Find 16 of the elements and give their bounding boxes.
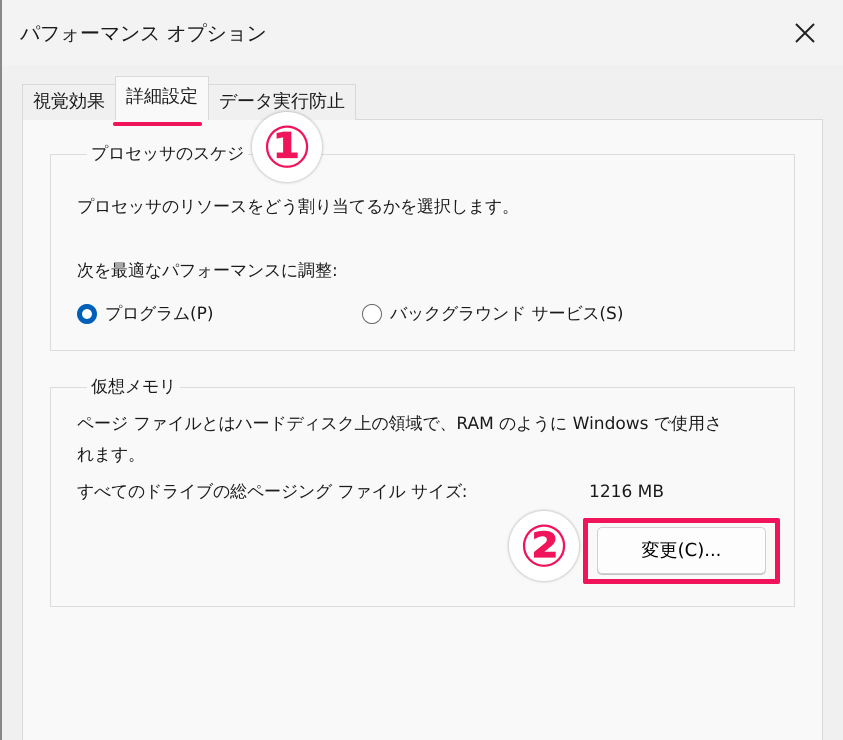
radio-button[interactable] xyxy=(362,304,382,324)
close-icon xyxy=(794,22,816,44)
radio-button[interactable] xyxy=(77,304,97,324)
description-text: ページ ファイルとはハードディスク上の領域で、RAM のように Windows で使用されます。 xyxy=(77,413,723,467)
description-text: プロセッサのリソースをどう割り当てるかを選択します。 xyxy=(77,196,520,220)
total-size-label: すべてのドライブの総ページング ファイル サイズ: xyxy=(77,480,469,504)
radio-option[interactable]: プログラム(P) xyxy=(77,300,362,328)
group-title: 仮想メモリ xyxy=(90,376,177,398)
change-button[interactable]: 変更(C)... xyxy=(597,526,766,574)
adjust-label: 次を最適なパフォーマンスに調整: xyxy=(77,260,339,283)
total-size-value: 1216 MB xyxy=(589,480,664,504)
radio-option[interactable]: バックグラウンド サービス(S) xyxy=(362,300,624,328)
tab[interactable]: 視覚効果 xyxy=(22,84,116,120)
group-title: プロセッサのスケジ xyxy=(90,144,245,164)
window-title: パフォーマンス オプション xyxy=(20,20,266,46)
tab[interactable]: データ実行防止 xyxy=(208,84,356,120)
